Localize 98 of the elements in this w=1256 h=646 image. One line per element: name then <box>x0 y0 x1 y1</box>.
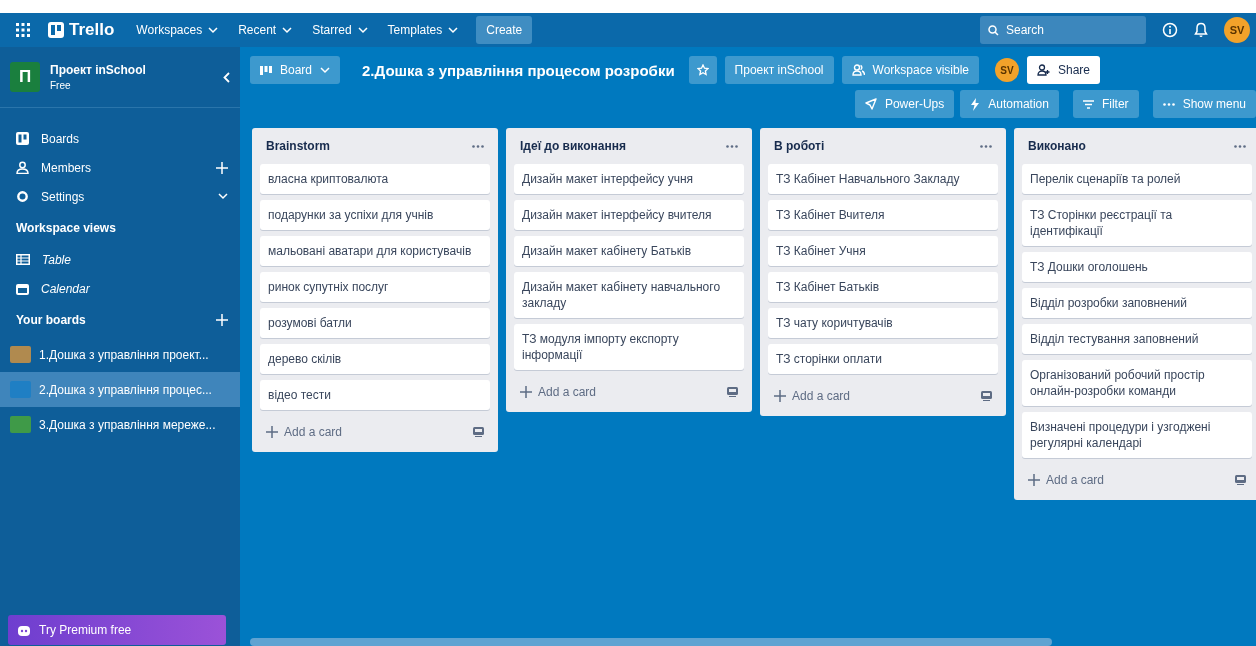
list-title[interactable]: В роботі <box>774 139 980 153</box>
template-icon[interactable] <box>1235 475 1246 485</box>
task-card[interactable]: ТЗ сторінки оплати <box>768 344 998 374</box>
chevron-down-icon <box>448 26 459 34</box>
sidebar-item[interactable]: Settings <box>41 189 206 204</box>
task-card[interactable]: ТЗ Кабінет Батьків <box>768 272 998 302</box>
template-icon[interactable] <box>981 391 992 401</box>
task-card[interactable]: ринок супутніх послуг <box>260 272 490 302</box>
apps-grid-icon[interactable] <box>16 23 30 37</box>
more-icon <box>1234 144 1246 148</box>
scrollbar[interactable] <box>250 638 1052 646</box>
person-icon <box>16 161 29 174</box>
plus-icon[interactable] <box>1028 474 1040 486</box>
task-card[interactable]: ТЗ модуля імпорту експорту інформації <box>514 324 744 370</box>
task-card[interactable]: ТЗ Кабінет Учня <box>768 236 998 266</box>
settings-icon <box>16 190 29 203</box>
star-icon <box>696 64 709 76</box>
nav-menu[interactable]: Workspaces <box>128 16 227 44</box>
create-button[interactable]: Create <box>476 16 533 44</box>
chevron-down-icon <box>208 26 219 34</box>
more-icon <box>472 144 484 148</box>
chevron-down-icon <box>282 26 293 34</box>
collapse-icon[interactable] <box>223 71 230 83</box>
plus-icon[interactable] <box>774 390 786 402</box>
task-card[interactable]: Перелік сценаріїв та ролей <box>1022 164 1252 194</box>
search-field[interactable]: Search <box>980 16 1146 44</box>
nav-menu[interactable]: Starred <box>304 16 376 44</box>
task-card[interactable]: мальовані аватари для користувачів <box>260 236 490 266</box>
sidebar-item[interactable]: Boards <box>41 131 228 146</box>
board-icon <box>260 65 272 75</box>
premium-button[interactable]: Try Premium free <box>8 615 226 645</box>
more-icon <box>980 144 992 148</box>
board-title[interactable]: 2.Дошка з управління процесом розробки <box>362 61 675 79</box>
info-icon[interactable] <box>1162 22 1178 38</box>
board-link[interactable]: 3.Дошка з управління мереже... <box>0 407 240 442</box>
task-card[interactable]: подарунки за успіхи для учнів <box>260 200 490 230</box>
brand-name[interactable]: Trello <box>69 20 115 40</box>
sidebar-item[interactable]: Members <box>41 160 204 175</box>
filter-icon <box>1082 99 1094 109</box>
workspace-name: Проект inSchool <box>50 63 147 77</box>
task-card[interactable]: Дизайн макет інтерфейсу вчителя <box>514 200 744 230</box>
calendar-icon <box>16 282 29 295</box>
task-card[interactable]: власна криптовалюта <box>260 164 490 194</box>
rocket-icon <box>864 98 877 110</box>
task-card[interactable]: Дизайн макет кабінету Батьків <box>514 236 744 266</box>
task-card[interactable]: ТЗ Сторінки реєстрації та ідентифікації <box>1022 200 1252 246</box>
add-card-button[interactable]: Add a card <box>1028 473 1229 487</box>
member-avatar[interactable]: SV <box>995 58 1019 82</box>
nav-menu[interactable]: Recent <box>230 16 301 44</box>
add-person-icon <box>1037 64 1050 76</box>
sidebar-item[interactable]: Calendar <box>41 281 228 296</box>
workspace-badge: П <box>10 62 40 92</box>
bell-icon[interactable] <box>1194 22 1208 38</box>
task-card[interactable]: Організований робочий простір онлайн-розробки команди <box>1022 360 1252 406</box>
task-card[interactable]: ТЗ Дошки оголошень <box>1022 252 1252 282</box>
task-card[interactable]: Дизайн макет інтерфейсу учня <box>514 164 744 194</box>
task-card[interactable]: Визначені процедури і узгоджені регулярні календарі <box>1022 412 1252 458</box>
plus-icon[interactable] <box>266 426 278 438</box>
add-card-button[interactable]: Add a card <box>774 389 975 403</box>
task-card[interactable]: Дизайн макет кабінету навчального закладу <box>514 272 744 318</box>
board-link[interactable]: 1.Дошка з управління проект... <box>0 337 240 372</box>
people-icon <box>851 64 865 76</box>
more-icon <box>726 144 738 148</box>
lightning-icon <box>970 97 981 111</box>
robot-icon <box>18 624 30 636</box>
user-avatar[interactable]: SV <box>1224 17 1250 43</box>
add-card-button[interactable]: Add a card <box>266 425 467 439</box>
task-card[interactable]: Відділ тестування заповнений <box>1022 324 1252 354</box>
plus-icon[interactable] <box>520 386 532 398</box>
chevron-down-icon <box>218 193 228 200</box>
star-button[interactable] <box>688 56 717 84</box>
task-card[interactable]: ТЗ Кабінет Навчального Закладу <box>768 164 998 194</box>
board-link[interactable]: 2.Дошка з управління процес... <box>0 372 240 407</box>
list-title[interactable]: Виконано <box>1028 139 1234 153</box>
more-icon <box>1162 102 1175 106</box>
search-icon <box>988 25 999 36</box>
list-title[interactable]: Ідеї до виконання <box>520 139 726 153</box>
chevron-down-icon <box>320 66 331 74</box>
chevron-down-icon <box>357 26 368 34</box>
section-heading: Workspace views <box>16 221 117 235</box>
add-card-button[interactable]: Add a card <box>520 385 721 399</box>
logo-icon <box>48 22 64 38</box>
template-icon[interactable] <box>727 387 738 397</box>
task-card[interactable]: розумові батли <box>260 308 490 338</box>
share-button[interactable]: Share <box>1027 56 1101 84</box>
list-title[interactable]: Brainstorm <box>266 139 472 153</box>
nav-menu[interactable]: Templates <box>379 16 467 44</box>
sidebar-item[interactable]: Table <box>42 252 228 267</box>
table-icon <box>16 254 30 265</box>
board-icon <box>16 132 29 145</box>
template-icon[interactable] <box>473 427 484 437</box>
task-card[interactable]: Відділ розробки заповнений <box>1022 288 1252 318</box>
task-card[interactable]: ТЗ чату коричтувачів <box>768 308 998 338</box>
workspace-plan: Free <box>50 80 72 91</box>
task-card[interactable]: дерево скілів <box>260 344 490 374</box>
section-heading: Your boards <box>16 313 87 327</box>
task-card[interactable]: ТЗ Кабінет Вчителя <box>768 200 998 230</box>
task-card[interactable]: відео тести <box>260 380 490 410</box>
